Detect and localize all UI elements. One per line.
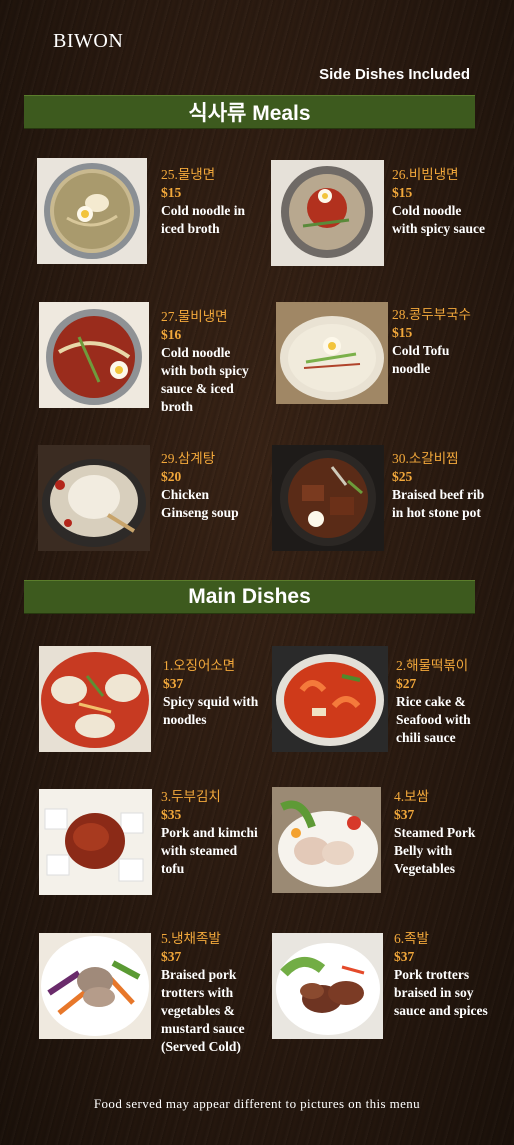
naengchae-jokbal-photo — [39, 933, 151, 1039]
item-name: 28.콩두부국수 — [392, 307, 471, 322]
item-description: Pork and kimchi with steamed tofu — [161, 825, 258, 876]
mulbi-naengmyeon-photo — [39, 302, 149, 408]
bibim-naengmyeon-photo — [271, 160, 384, 266]
meal-item-29: 29.삼계탕 $20 Chicken Ginseng soup — [161, 450, 259, 522]
item-price: $16 — [161, 327, 182, 342]
item-name: 6.족발 — [394, 931, 429, 946]
item-name: 1.오징어소면 — [163, 658, 236, 673]
item-price: $20 — [161, 469, 182, 484]
item-price: $37 — [394, 807, 415, 822]
galbijjim-photo — [272, 445, 384, 551]
item-price: $27 — [396, 676, 417, 691]
main-item-5: 5.냉채족발 $37 Braised pork trotters with ve… — [161, 930, 259, 1056]
dubu-kimchi-photo — [39, 789, 152, 895]
item-description: Cold noodle in iced broth — [161, 203, 246, 236]
item-description: Cold noodle with both spicy sauce & iced… — [161, 345, 249, 414]
kongguksu-photo — [276, 302, 388, 404]
meal-item-28: 28.콩두부국수 $15 Cold Tofu noodle — [392, 306, 490, 378]
item-price: $25 — [392, 469, 413, 484]
haemul-tteokbokki-photo — [272, 646, 388, 752]
item-price: $15 — [392, 185, 413, 200]
item-price: $15 — [161, 185, 182, 200]
item-price: $15 — [392, 325, 413, 340]
item-name: 27.물비냉면 — [161, 309, 228, 324]
main-dishes-section-header: Main Dishes — [24, 580, 475, 614]
jokbal-photo — [272, 933, 383, 1039]
meal-item-25: 25.물냉면 $15 Cold noodle in iced broth — [161, 166, 259, 238]
restaurant-name: BIWON — [53, 30, 124, 52]
item-description: Cold Tofu noodle — [392, 343, 450, 376]
item-description: Cold noodle with spicy sauce — [392, 203, 486, 236]
item-price: $35 — [161, 807, 182, 822]
mul-naengmyeon-photo — [37, 158, 147, 264]
item-price: $37 — [161, 949, 182, 964]
main-item-3: 3.두부김치 $35 Pork and kimchi with steamed … — [161, 788, 259, 878]
item-description: Steamed Pork Belly with Vegetables — [394, 825, 476, 876]
item-name: 5.냉채족발 — [161, 931, 221, 946]
item-price: $37 — [163, 676, 184, 691]
item-description: Rice cake & Seafood with chili sauce — [396, 694, 471, 745]
menu-disclaimer: Food served may appear different to pict… — [93, 1096, 421, 1111]
item-name: 30.소갈비찜 — [392, 451, 459, 466]
item-description: Pork trotters braised in soy sauce and s… — [394, 967, 488, 1018]
main-item-6: 6.족발 $37 Pork trotters braised in soy sa… — [394, 930, 492, 1020]
meal-item-26: 26.비빔냉면 $15 Cold noodle with spicy sauce — [392, 166, 490, 238]
meal-item-27: 27.물비냉면 $16 Cold noodle with both spicy … — [161, 308, 259, 416]
item-name: 3.두부김치 — [161, 789, 221, 804]
item-name: 4.보쌈 — [394, 789, 429, 804]
item-description: Braised beef rib in hot stone pot — [392, 487, 485, 520]
item-name: 26.비빔냉면 — [392, 167, 459, 182]
item-name: 29.삼계탕 — [161, 451, 216, 466]
meals-section-header: 식사류 Meals — [24, 95, 475, 129]
item-price: $37 — [394, 949, 415, 964]
side-dishes-note: Side Dishes Included — [319, 66, 470, 83]
meal-item-30: 30.소갈비찜 $25 Braised beef rib in hot ston… — [392, 450, 490, 522]
item-description: Chicken Ginseng soup — [161, 487, 239, 520]
bossam-photo — [272, 787, 381, 893]
item-name: 2.해물떡볶이 — [396, 658, 469, 673]
main-item-2: 2.해물떡볶이 $27 Rice cake & Seafood with chi… — [396, 657, 494, 747]
item-description: Spicy squid with noodles — [163, 694, 259, 727]
main-item-1: 1.오징어소면 $37 Spicy squid with noodles — [163, 657, 261, 729]
item-name: 25.물냉면 — [161, 167, 216, 182]
samgyetang-photo — [38, 445, 150, 551]
item-description: Braised pork trotters with vegetables & … — [161, 967, 245, 1054]
ojingeo-somyeon-photo — [39, 646, 151, 752]
main-item-4: 4.보쌈 $37 Steamed Pork Belly with Vegetab… — [394, 788, 492, 878]
